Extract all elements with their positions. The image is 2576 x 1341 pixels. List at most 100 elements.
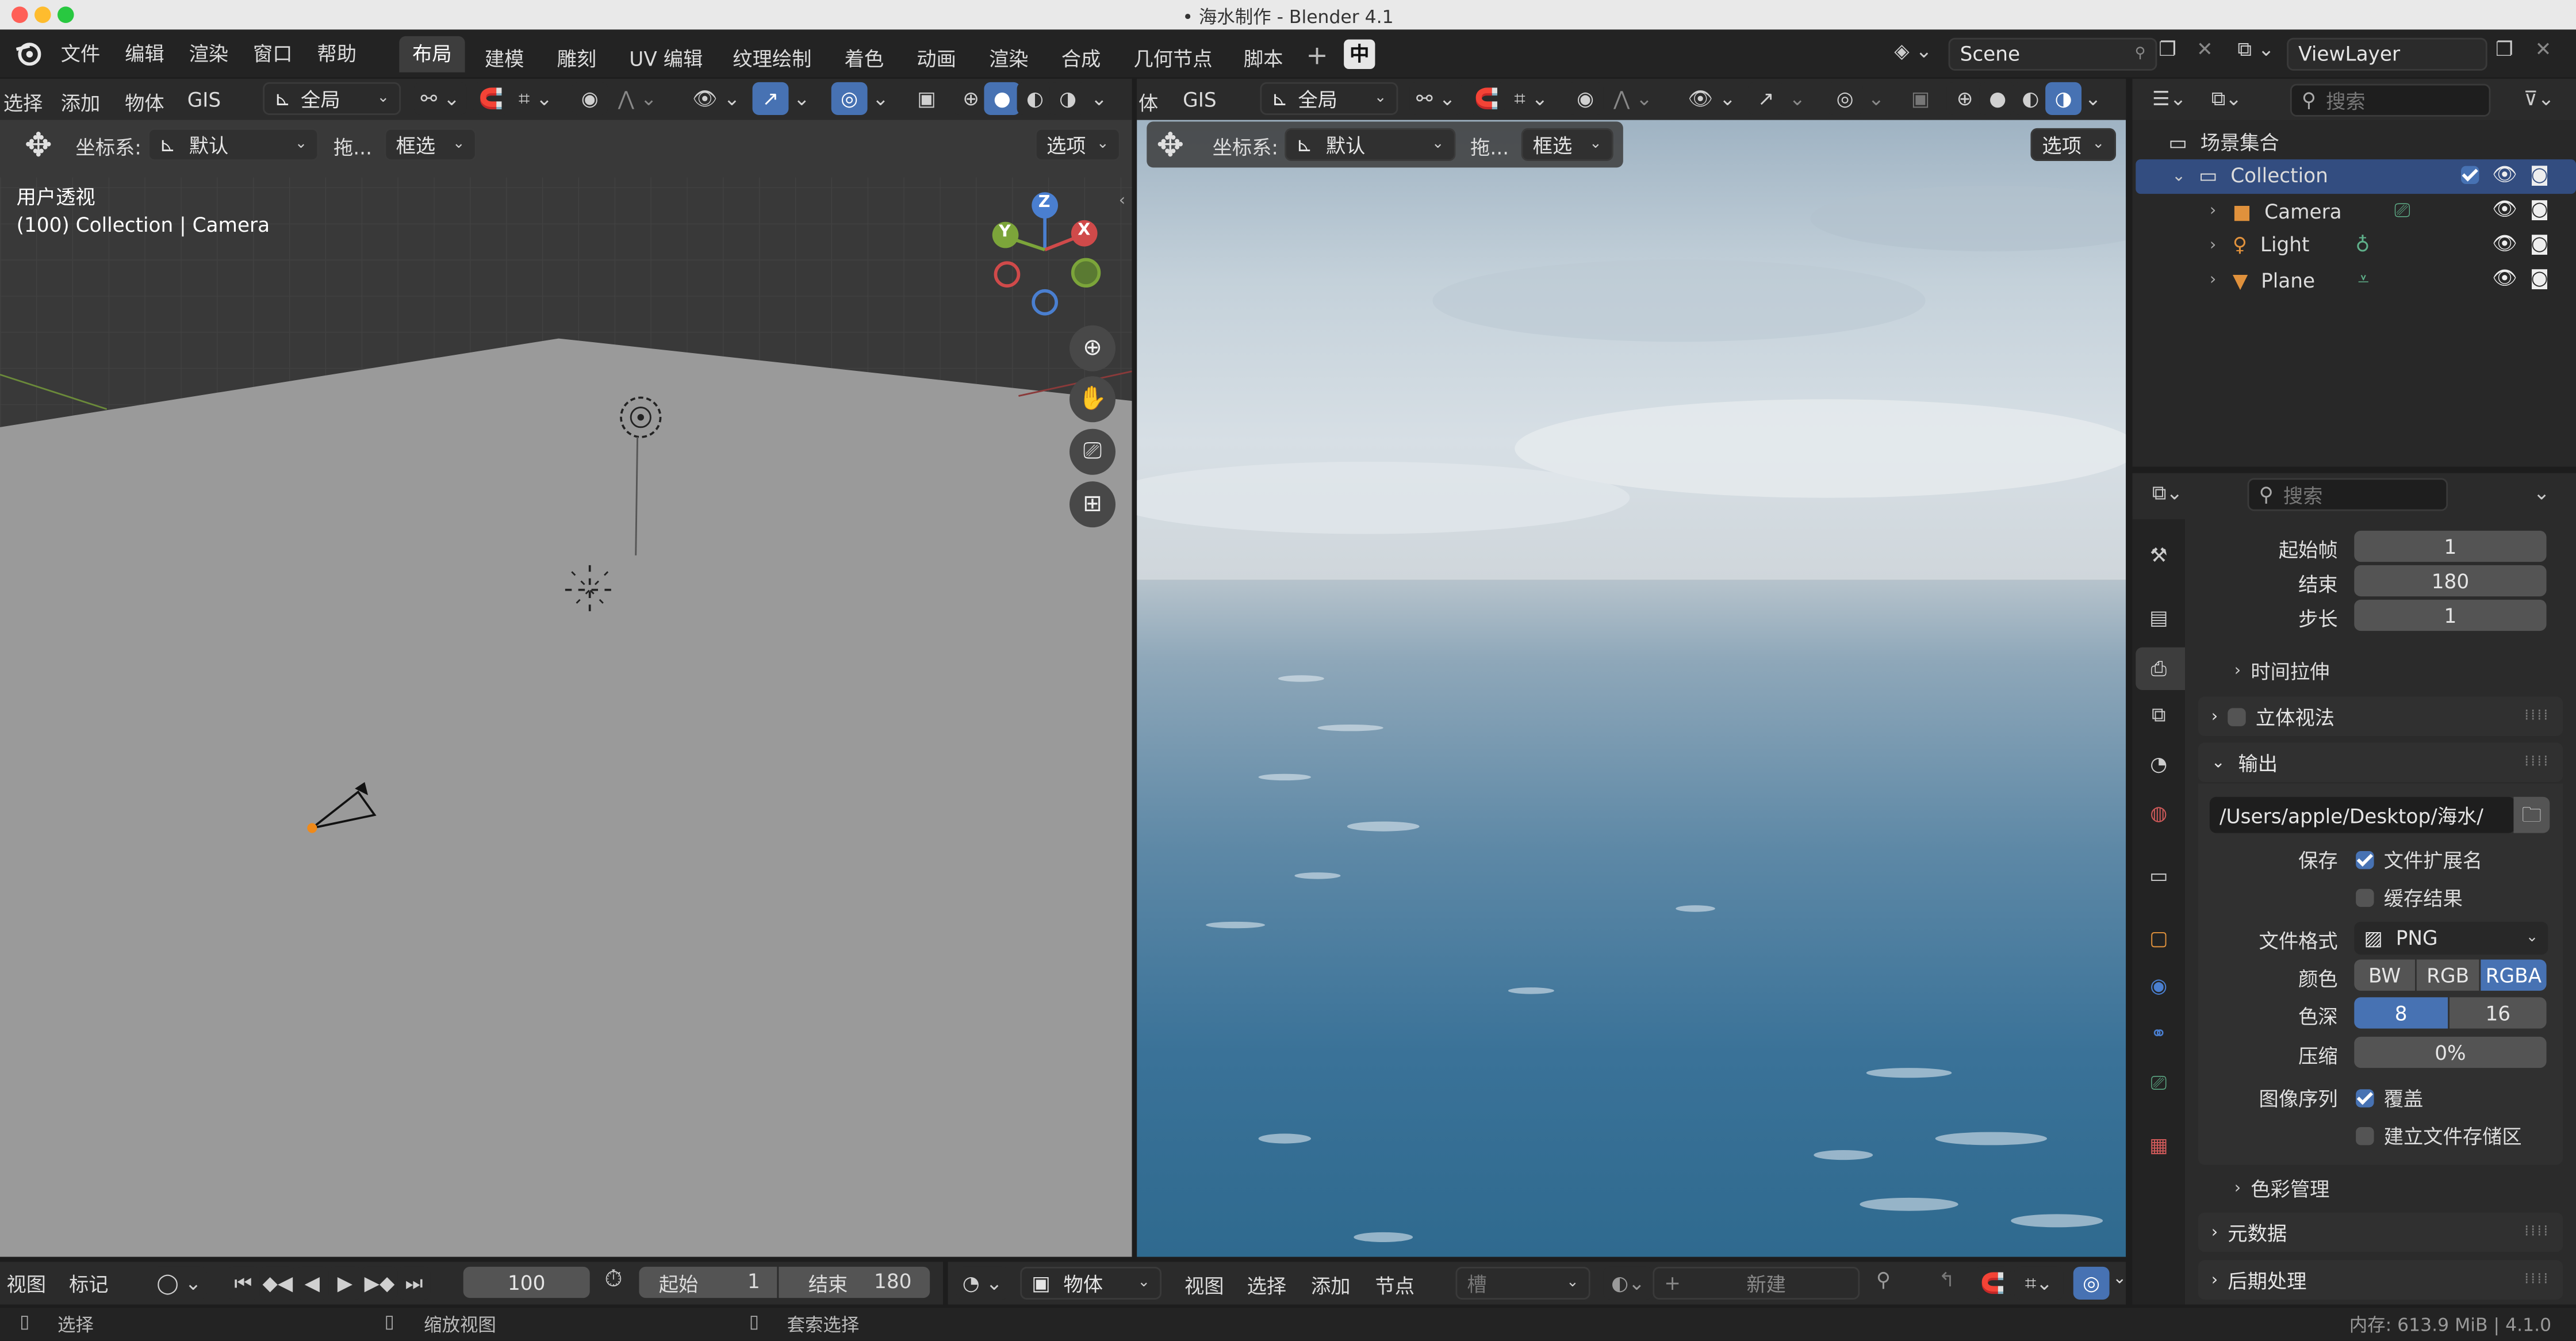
transform-orientation-dropdown[interactable]: ⊾ 全局 ⌄	[263, 82, 401, 115]
play-reverse-icon[interactable]: ◀	[296, 1266, 329, 1300]
node-node-menu[interactable]: 节点	[1375, 1271, 1414, 1300]
overlay-toggle-icon[interactable]: ◎	[831, 82, 868, 115]
frame-start-field[interactable]: 1	[2354, 530, 2547, 562]
drag-handle-icon[interactable]: ⁞⁞⁞⁞	[2524, 1271, 2550, 1288]
stereoscopy-panel-header[interactable]: › 立体视法 ⁞⁞⁞⁞	[2198, 696, 2563, 736]
node-overlay-menu-icon[interactable]: ⌄	[2113, 1270, 2126, 1288]
compression-slider[interactable]: 0%	[2354, 1036, 2547, 1068]
color-mode-rgba[interactable]: RGBA	[2481, 959, 2547, 991]
tab-physics-icon[interactable]: ◉	[2139, 966, 2179, 1006]
node-editor-type-icon[interactable]: ◔ ⌄	[956, 1266, 1009, 1300]
add-workspace-icon[interactable]: +	[1306, 40, 1328, 71]
proportional-edit-icon[interactable]: ◉	[572, 82, 608, 115]
menu-help[interactable]: 帮助	[317, 40, 381, 68]
light-data-icon[interactable]: ♁	[2355, 233, 2370, 256]
node-add-menu[interactable]: 添加	[1311, 1271, 1351, 1300]
camera-render-icon[interactable]: ◙	[2530, 197, 2549, 220]
tab-object-icon[interactable]: ▢	[2139, 918, 2179, 958]
gizmo-menu-icon[interactable]: ⌄	[788, 82, 815, 115]
timeline-view-menu[interactable]: 视图	[6, 1270, 46, 1298]
overlay-menu-icon[interactable]: ⌄	[868, 82, 894, 115]
tab-modeling[interactable]: 建模	[485, 44, 524, 72]
sidebar-toggle-icon[interactable]: ‹	[1119, 192, 1125, 210]
expand-icon[interactable]: ›	[2210, 202, 2216, 220]
new-material-button[interactable]: + 新建	[1653, 1266, 1860, 1300]
tab-texture-icon[interactable]: ▦	[2139, 1125, 2179, 1165]
transform-orientation-dropdown-right[interactable]: ⊾ 全局 ⌄	[1260, 82, 1398, 115]
frame-start-timeline-field[interactable]: 起始 1	[639, 1266, 777, 1298]
tab-compositing[interactable]: 合成	[1061, 44, 1101, 72]
play-icon[interactable]: ▶	[328, 1266, 362, 1300]
shading-material-icon-right[interactable]: ◐	[2012, 82, 2049, 115]
collection-render-icon[interactable]: ◙	[2530, 163, 2549, 186]
snap-icon[interactable]: 🧲	[473, 82, 509, 115]
properties-editor-type-icon[interactable]: ⧉⌄	[2152, 481, 2183, 506]
collection-exclude-checkbox[interactable]	[2461, 166, 2479, 184]
view-layer-icon[interactable]: ⧉ ⌄	[2237, 38, 2274, 63]
jump-start-icon[interactable]: ⏮	[227, 1266, 260, 1300]
tab-constraints-icon[interactable]: ⚭	[2139, 1014, 2179, 1053]
tab-render-icon[interactable]: ▤	[2139, 598, 2179, 638]
options-dropdown-right[interactable]: 选项 ⌄	[2030, 128, 2116, 161]
camera-data-icon[interactable]: ⎚	[2394, 199, 2410, 224]
plane-visibility-icon[interactable]: 👁	[2492, 266, 2517, 289]
gizmo-toggle-icon[interactable]: ↗	[752, 82, 789, 115]
tab-data-icon[interactable]: ⎚	[2139, 1063, 2179, 1103]
tab-tool-icon[interactable]: ⚒	[2139, 535, 2179, 575]
select-mode-dropdown-right[interactable]: 框选 ⌄	[1521, 128, 1613, 161]
outliner-search[interactable]: ⚲ 搜索	[2290, 83, 2491, 117]
node-select-menu[interactable]: 选择	[1247, 1271, 1287, 1300]
shading-solid-icon[interactable]: ●	[984, 82, 1021, 115]
tab-world-icon[interactable]: ◍	[2139, 794, 2179, 833]
xray-icon-right[interactable]: ▣	[1903, 82, 1939, 115]
shading-menu-icon[interactable]: ⌄	[1086, 82, 1113, 115]
camera-object[interactable]	[299, 779, 385, 838]
outliner-scene-collection[interactable]: ▭ 场景集合	[2168, 128, 2279, 156]
file-extensions-checkbox[interactable]: 文件扩展名	[2356, 846, 2482, 874]
tab-collection-icon[interactable]: ▭	[2139, 856, 2179, 896]
proportional-edit-icon-right[interactable]: ◉	[1567, 82, 1604, 115]
jump-end-icon[interactable]: ⏭	[397, 1266, 431, 1300]
new-scene-icon[interactable]: ❐	[2159, 38, 2176, 61]
drag-handle-icon[interactable]: ⁞⁞⁞⁞	[2524, 708, 2550, 725]
camera-view-button[interactable]: ⎚	[1070, 428, 1116, 475]
perspective-toggle-button[interactable]: ⊞	[1070, 481, 1116, 528]
blender-logo-icon[interactable]	[15, 40, 41, 66]
tab-texture-paint[interactable]: 纹理绘制	[733, 44, 811, 72]
placeholders-checkbox[interactable]: 建立文件存储区	[2356, 1122, 2522, 1150]
tab-sculpting[interactable]: 雕刻	[557, 44, 597, 72]
tab-layout[interactable]: 布局	[399, 36, 465, 72]
scene-type-icon[interactable]: ◈ ⌄	[1894, 40, 1932, 63]
output-path-field[interactable]: /Users/apple/Desktop/海水/	[2209, 796, 2516, 833]
output-panel-header[interactable]: ⌄ 输出 ⁞⁞⁞⁞	[2198, 742, 2563, 782]
tab-scripting[interactable]: 脚本	[1244, 44, 1283, 72]
tab-uv-editing[interactable]: UV 编辑	[629, 44, 703, 72]
node-snap-icon[interactable]: 🧲	[1975, 1266, 2011, 1300]
view-layer-selector[interactable]: ViewLayer	[2287, 37, 2487, 71]
menu-edit[interactable]: 编辑	[125, 40, 189, 68]
expand-icon[interactable]: ›	[2210, 271, 2216, 289]
node-overlay-icon[interactable]: ◎	[2073, 1266, 2110, 1300]
color-management-subpanel[interactable]: › 色彩管理	[2234, 1175, 2330, 1203]
color-mode-bw[interactable]: BW	[2354, 959, 2415, 991]
outliner-item-camera[interactable]: › ■ Camera ⎚	[2210, 199, 2410, 224]
ime-indicator[interactable]: 中	[1344, 39, 1375, 69]
stopwatch-icon[interactable]: ⏱	[604, 1267, 622, 1293]
stereoscopy-checkbox[interactable]	[2228, 707, 2246, 726]
cache-result-checkbox[interactable]: 缓存结果	[2356, 884, 2463, 912]
drag-handle-icon[interactable]: ⁞⁞⁞⁞	[2524, 754, 2550, 771]
pan-view-button[interactable]: ✋	[1070, 376, 1116, 423]
select-mode-dropdown[interactable]: 框选 ⌄	[384, 128, 477, 161]
post-processing-panel-header[interactable]: › 后期处理 ⁞⁞⁞⁞	[2198, 1260, 2563, 1300]
overwrite-checkbox[interactable]: 覆盖	[2356, 1085, 2423, 1113]
prev-keyframe-icon[interactable]: ◆◀	[259, 1266, 296, 1300]
menu-object[interactable]: 物体	[125, 89, 164, 117]
node-view-menu[interactable]: 视图	[1184, 1271, 1224, 1300]
zoom-view-button[interactable]: ⊕	[1070, 325, 1116, 371]
color-depth-8[interactable]: 8	[2354, 997, 2448, 1029]
overlay-menu-icon-right[interactable]: ⌄	[1863, 82, 1889, 115]
menu-object-truncated[interactable]: 体	[1138, 89, 1158, 117]
material-browse-icon[interactable]: ◐⌄	[1603, 1266, 1653, 1300]
options-dropdown[interactable]: 选项 ⌄	[1035, 128, 1121, 161]
scene-selector[interactable]: Scene ⚲	[1948, 37, 2157, 71]
